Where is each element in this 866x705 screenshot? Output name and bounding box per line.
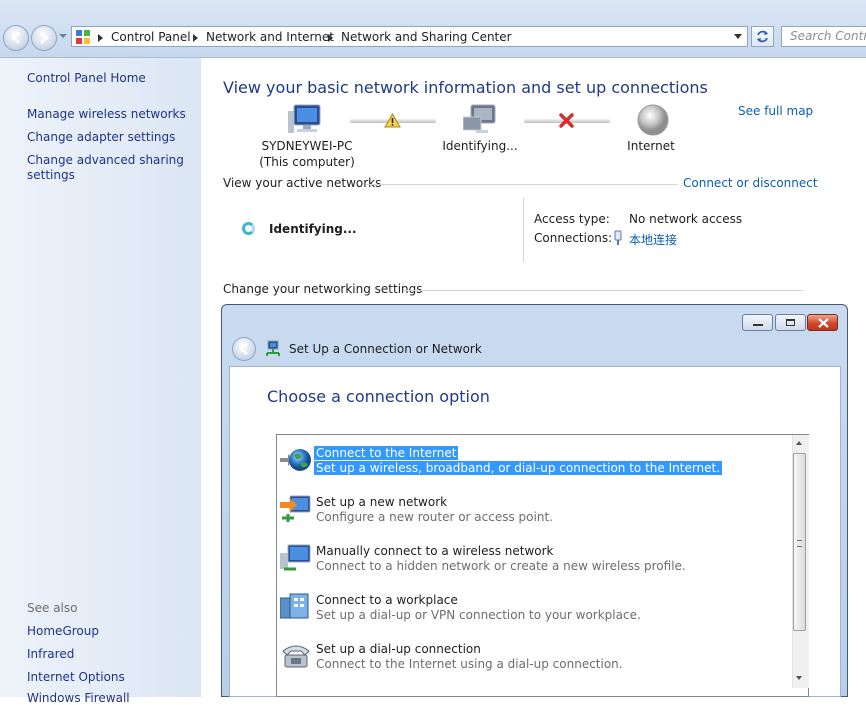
option-description: Connect to the Internet using a dial-up … xyxy=(316,657,623,671)
internet-node-label: Internet xyxy=(627,139,675,153)
vertical-divider xyxy=(523,198,524,262)
divider xyxy=(366,184,678,185)
wireless-network-icon xyxy=(280,544,311,571)
option-title: Manually connect to a wireless network xyxy=(316,544,554,558)
option-title: Set up a new network xyxy=(316,495,448,509)
breadcrumb-control-panel[interactable]: Control Panel xyxy=(111,30,191,44)
option-description: Set up a dial-up or VPN connection to yo… xyxy=(316,608,641,622)
breadcrumb-separator-icon[interactable] xyxy=(98,34,103,42)
sidebar-item-internet-options[interactable]: Internet Options xyxy=(27,670,125,684)
unidentified-network-icon xyxy=(463,104,496,133)
option-title-text: Connect to the Internet xyxy=(314,446,459,460)
maximize-button[interactable] xyxy=(775,314,806,331)
recent-pages-dropdown-icon[interactable] xyxy=(59,34,67,38)
sidebar-item-homegroup[interactable]: HomeGroup xyxy=(27,624,99,638)
computer-icon xyxy=(288,104,321,133)
breadcrumb-network-internet[interactable]: Network and Internet xyxy=(206,30,334,44)
forward-arrow-icon xyxy=(40,32,49,44)
breadcrumb-sharing-center[interactable]: Network and Sharing Center xyxy=(341,30,512,44)
local-connection-link[interactable]: 本地连接 xyxy=(629,231,677,248)
this-computer-label: (This computer) xyxy=(259,155,355,169)
sidebar-item-advanced-sharing[interactable]: Change advanced sharing xyxy=(27,153,184,167)
dialog-heading: Choose a connection option xyxy=(267,387,490,406)
connections-label: Connections: xyxy=(534,231,613,245)
minimize-icon xyxy=(753,324,763,326)
back-button[interactable] xyxy=(3,25,29,51)
sidebar-item-change-adapter[interactable]: Change adapter settings xyxy=(27,130,175,144)
identifying-node-label: Identifying... xyxy=(442,139,518,153)
sidebar-item-advanced-sharing-line2[interactable]: settings xyxy=(27,168,75,182)
forward-button[interactable] xyxy=(31,25,57,51)
new-network-icon xyxy=(280,495,311,522)
see-full-map-link[interactable]: See full map xyxy=(738,104,813,118)
option-title: Set up a dial-up connection xyxy=(316,642,481,656)
dialup-phone-icon xyxy=(282,645,310,668)
network-status-identifying: Identifying... xyxy=(269,222,357,236)
active-networks-heading: View your active networks xyxy=(223,176,382,190)
sidebar-item-manage-wireless[interactable]: Manage wireless networks xyxy=(27,107,186,121)
disconnected-x-icon[interactable] xyxy=(558,112,575,129)
dialog-title: Set Up a Connection or Network xyxy=(289,342,482,356)
refresh-button[interactable] xyxy=(751,26,774,47)
option-description: Configure a new router or access point. xyxy=(316,510,553,524)
address-dropdown-icon[interactable] xyxy=(734,34,742,39)
option-description: Set up a wireless, broadband, or dial-up… xyxy=(314,461,723,475)
computer-name-label: SYDNEYWEI-PC xyxy=(261,139,353,153)
globe-icon xyxy=(280,449,311,471)
scrollbar-thumb[interactable] xyxy=(793,453,806,631)
divider xyxy=(404,290,803,291)
access-type-value: No network access xyxy=(629,212,743,226)
ethernet-connection-icon xyxy=(614,230,622,245)
option-description-text: Set up a wireless, broadband, or dial-up… xyxy=(314,461,723,475)
option-title: Connect to the Internet xyxy=(314,446,459,460)
grip-icon xyxy=(797,540,802,547)
close-icon xyxy=(818,318,829,328)
sidebar-item-windows-firewall[interactable]: Windows Firewall xyxy=(27,691,130,705)
search-input[interactable]: Search Control Panel xyxy=(781,26,866,47)
breadcrumb-separator-icon[interactable] xyxy=(328,34,333,42)
minimize-button[interactable] xyxy=(742,314,773,331)
page-title: View your basic network information and … xyxy=(223,78,708,97)
refresh-icon xyxy=(757,30,768,43)
breadcrumb-separator-icon[interactable] xyxy=(193,34,198,42)
address-bar[interactable]: Control Panel Network and Internet Netwo… xyxy=(71,26,748,47)
see-also-label: See also xyxy=(27,601,78,615)
sidebar-item-control-panel-home[interactable]: Control Panel Home xyxy=(27,71,146,85)
sidebar-item-infrared[interactable]: Infrared xyxy=(27,647,74,661)
internet-globe-icon xyxy=(637,104,669,136)
option-description: Connect to a hidden network or create a … xyxy=(316,559,686,573)
option-title: Connect to a workplace xyxy=(316,593,458,607)
scroll-up-arrow-icon[interactable] xyxy=(796,441,802,445)
busy-spinner-icon xyxy=(242,222,255,235)
change-settings-heading: Change your networking settings xyxy=(223,282,423,296)
scroll-down-arrow-icon[interactable] xyxy=(796,676,802,680)
connect-disconnect-link[interactable]: Connect or disconnect xyxy=(683,176,818,190)
back-arrow-icon xyxy=(11,32,20,44)
control-panel-icon xyxy=(76,30,90,44)
access-type-label: Access type: xyxy=(534,212,610,226)
close-button[interactable] xyxy=(807,314,838,331)
maximize-icon xyxy=(786,319,795,326)
back-arrow-icon xyxy=(239,343,248,355)
workplace-icon xyxy=(280,593,309,619)
network-setup-icon xyxy=(266,340,280,356)
dialog-back-button[interactable] xyxy=(232,337,256,361)
warning-icon[interactable] xyxy=(384,113,401,128)
